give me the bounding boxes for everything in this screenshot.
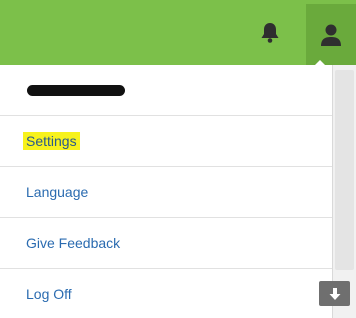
menu-item-label: Give Feedback: [26, 235, 121, 251]
menu-item-label: Settings: [23, 132, 80, 150]
scroll-down-button[interactable]: [319, 281, 350, 306]
user-icon: [321, 24, 341, 46]
bell-icon: [261, 23, 279, 43]
menu-item-label: Language: [26, 184, 89, 200]
redacted-user-name: [27, 84, 125, 96]
menu-item-language[interactable]: Language: [0, 166, 332, 217]
user-dropdown-menu: Settings Language Give Feedback Log Off: [0, 65, 333, 318]
menu-item-give-feedback[interactable]: Give Feedback: [0, 217, 332, 268]
user-menu-button[interactable]: [306, 4, 356, 65]
dropdown-caret: [312, 60, 328, 68]
arrow-down-icon: [329, 287, 340, 300]
menu-item-label: Log Off: [26, 285, 72, 302]
menu-item-settings[interactable]: Settings: [0, 115, 332, 166]
menu-item-log-off[interactable]: Log Off: [0, 268, 332, 318]
notifications-button[interactable]: [255, 18, 285, 48]
scrollbar-thumb[interactable]: [335, 70, 354, 270]
top-bar: [0, 0, 356, 65]
user-name-item: [0, 65, 332, 115]
